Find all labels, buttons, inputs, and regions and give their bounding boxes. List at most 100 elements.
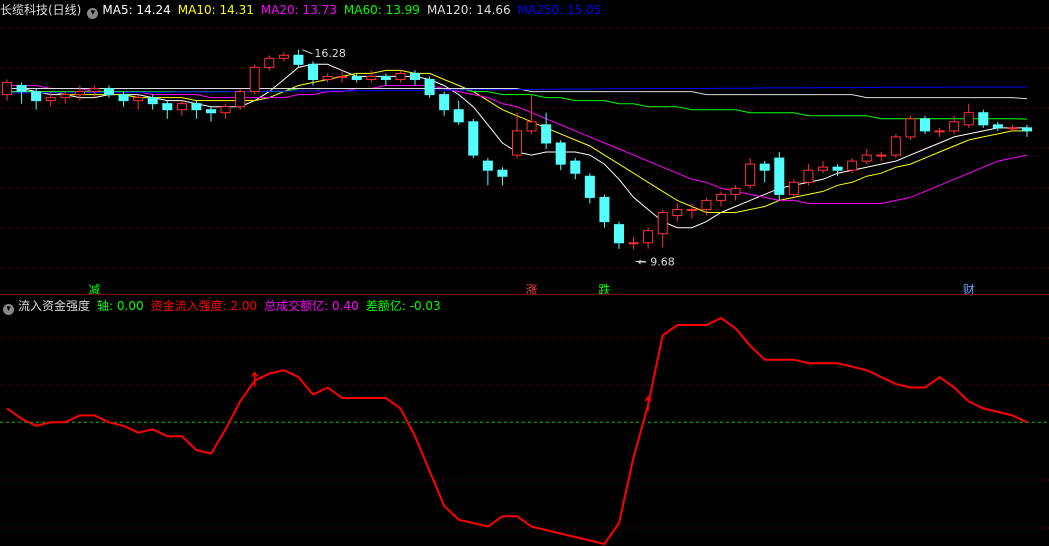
candle-body: [205, 109, 217, 114]
candle-body: [439, 94, 450, 111]
candle-body: [788, 181, 799, 195]
candle-body: [541, 124, 552, 144]
inflow-strength-line: [6, 316, 1028, 546]
candle-body: [613, 224, 625, 244]
candle-body: [74, 91, 85, 96]
candle: [570, 158, 581, 180]
candle-body: [162, 103, 173, 111]
candle: [322, 73, 333, 83]
indicator-legend-item-3: 差额亿: -0.03: [365, 299, 441, 313]
candle-body: [759, 163, 770, 171]
candle: [366, 70, 377, 83]
ma-legend-item-4: MA120: 14.66: [426, 3, 511, 17]
high-price-label: 16.28: [314, 47, 346, 60]
candle: [497, 167, 508, 186]
candle: [978, 109, 989, 128]
indicator-title: 流入资金强度: [18, 299, 91, 313]
candle-body: [366, 75, 377, 80]
candle: [992, 121, 1003, 131]
candle-body: [1, 81, 13, 96]
candle-body: [307, 63, 319, 80]
candle: [584, 173, 595, 204]
candle: [1021, 124, 1033, 137]
candle-body: [264, 57, 275, 68]
ma-legend-item-5: MA250: 15.05: [517, 3, 602, 17]
candle-body: [657, 212, 668, 235]
candle-body: [1007, 127, 1018, 130]
price-annotation: ← 9.68: [635, 255, 675, 268]
price-annotation: 16.28: [302, 47, 346, 60]
candle: [628, 236, 639, 250]
candle: [424, 76, 435, 98]
candle-body: [235, 91, 246, 108]
candle-body: [147, 97, 158, 105]
candle: [803, 164, 814, 186]
candle-body: [992, 124, 1003, 129]
chevron-down-icon[interactable]: ▾: [87, 8, 99, 19]
candle: [876, 152, 887, 162]
ma-legend-item-3: MA60: 13.99: [343, 3, 420, 17]
candle-body: [847, 160, 858, 171]
candle-body: [60, 94, 71, 99]
ma-legend-item-1: MA10: 14.31: [177, 3, 254, 17]
candle-body: [861, 154, 872, 162]
candle: [468, 118, 479, 159]
candle: [672, 203, 683, 222]
candle: [380, 73, 391, 86]
pane-separator[interactable]: [0, 294, 1049, 295]
candle-body: [934, 130, 945, 133]
candle-body: [584, 175, 595, 198]
candle-body: [919, 118, 931, 132]
candle: [759, 161, 770, 183]
candle-body: [468, 121, 479, 156]
chevron-down-icon[interactable]: ▾: [3, 304, 14, 315]
candle: [599, 194, 610, 228]
candle: [890, 133, 901, 159]
candle: [235, 88, 246, 110]
candle-body: [497, 169, 508, 177]
candle-body: [832, 166, 843, 171]
candle: [934, 127, 945, 137]
chart-canvas[interactable]: 16.28← 9.68减涨跌财: [0, 0, 1049, 546]
candlesticks: [1, 49, 1033, 250]
ma-legend-item-2: MA20: 13.73: [260, 3, 337, 17]
candle: [293, 49, 304, 68]
candle-body: [555, 142, 566, 165]
candle: [249, 64, 260, 95]
candle: [89, 85, 100, 98]
candle-body: [817, 166, 829, 171]
candle-body: [351, 75, 362, 80]
candle-body: [905, 118, 916, 138]
candle-body: [278, 54, 289, 59]
candle-body: [1021, 127, 1033, 132]
candle-body: [686, 209, 697, 212]
candle: [541, 112, 552, 150]
candle: [613, 221, 625, 249]
candle-body: [890, 136, 901, 156]
candle-body: [628, 242, 639, 245]
candle-body: [118, 94, 129, 102]
candle-body: [16, 85, 27, 93]
candle: [963, 103, 974, 128]
candle-body: [249, 66, 260, 93]
candle-body: [482, 160, 493, 171]
candle-body: [701, 199, 712, 211]
candle-body: [45, 97, 56, 102]
candle: [220, 103, 231, 119]
candle-body: [322, 75, 333, 80]
candle: [191, 100, 202, 119]
candle-body: [803, 169, 814, 183]
candle-body: [963, 112, 974, 126]
candle: [657, 209, 668, 248]
candle: [103, 85, 115, 98]
candle-body: [337, 75, 348, 78]
candle-body: [380, 75, 391, 80]
candle: [1, 79, 13, 101]
chart-app: 16.28 ← 9.68 减涨跌财 长缆科技(日线) ▾ MA5: 14.24 MA10:…: [0, 0, 1049, 546]
candle-body: [133, 97, 144, 102]
candle: [205, 106, 217, 122]
candle: [60, 91, 71, 104]
candle: [774, 152, 785, 201]
candle-body: [745, 163, 756, 186]
ma-legend-item-0: MA5: 14.24: [102, 3, 171, 17]
